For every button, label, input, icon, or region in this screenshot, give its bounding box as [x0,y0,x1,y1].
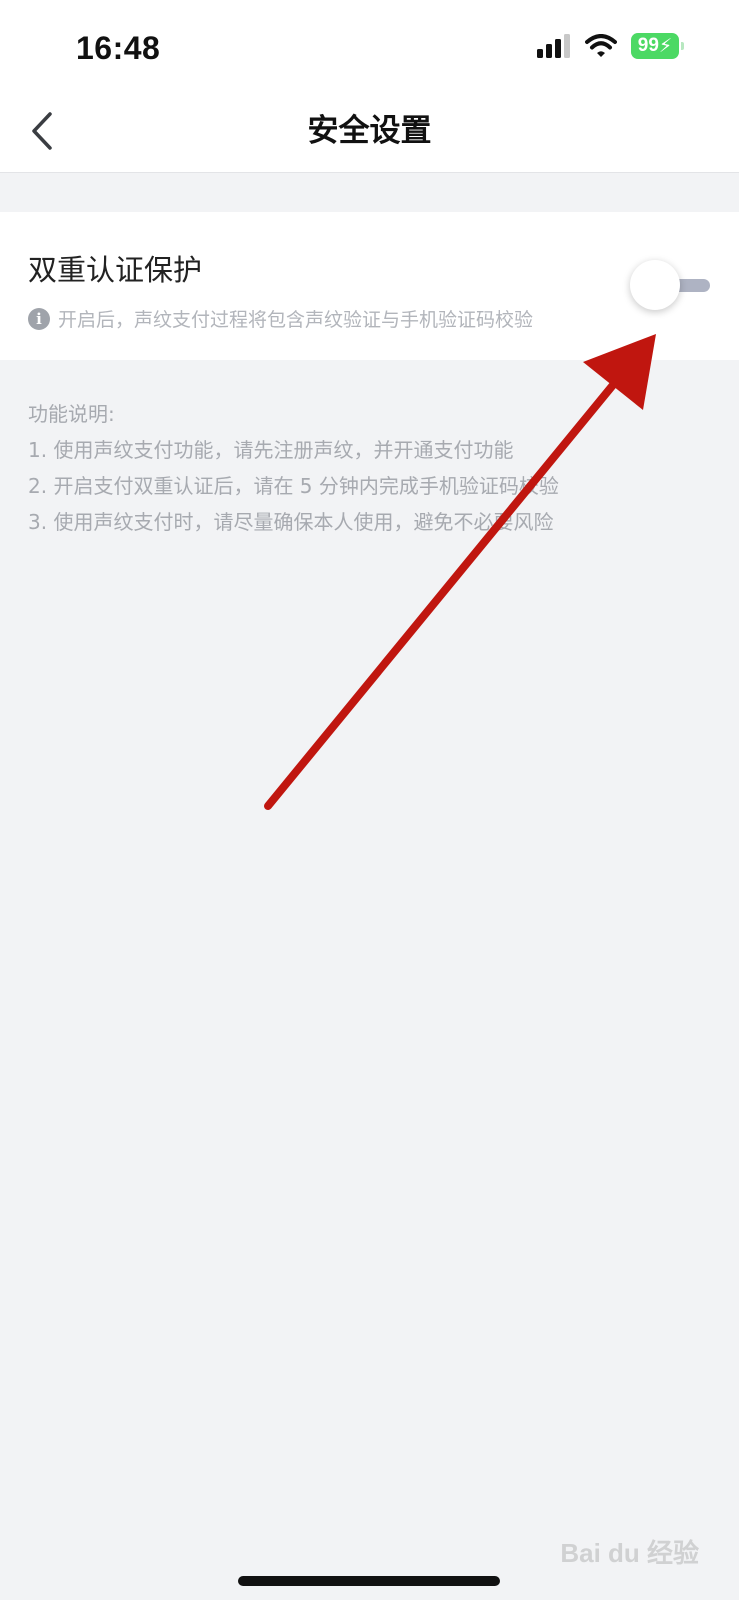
notes-item: 1. 使用声纹支付功能，请先注册声纹，并开通支付功能 [28,438,514,462]
status-bar: 16:48 99 ⚡ [0,0,739,90]
toggle-knob [630,260,680,310]
battery-level: 99 [637,35,659,56]
battery-charging-icon: 99 ⚡ [631,33,684,59]
signal-icon [537,34,570,58]
bolt-icon: ⚡ [658,35,673,57]
status-icons: 99 ⚡ [537,33,684,59]
baidu-watermark: Bai du 经验 [560,1538,699,1568]
notes-item: 3. 使用声纹支付时，请尽量确保本人使用，避免不必要风险 [28,510,554,534]
notes-item: 2. 开启支付双重认证后，请在 5 分钟内完成手机验证码校验 [28,474,559,498]
info-icon: i [28,307,50,330]
back-button[interactable] [22,106,62,156]
status-time: 16:48 [76,30,161,66]
home-indicator[interactable] [238,1576,500,1586]
chevron-left-icon [32,112,52,150]
nav-bar: 安全设置 [0,90,739,173]
setting-description: i 开启后，声纹支付过程将包含声纹验证与手机验证码校验 [28,305,533,332]
feature-notes: 功能说明: 1. 使用声纹支付功能，请先注册声纹，并开通支付功能 2. 开启支付… [28,396,559,540]
notes-title: 功能说明: [28,402,115,426]
wifi-icon [585,34,617,57]
setting-title: 双重认证保护 [28,253,203,287]
two-factor-toggle[interactable] [630,260,712,310]
setting-description-text: 开启后，声纹支付过程将包含声纹验证与手机验证码校验 [58,309,534,331]
two-factor-setting-card: 双重认证保护 i 开启后，声纹支付过程将包含声纹验证与手机验证码校验 [0,212,739,360]
page-title: 安全设置 [307,113,432,149]
